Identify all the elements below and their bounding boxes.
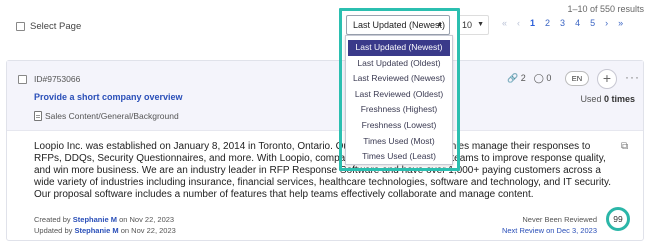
sort-dropdown-menu: Last Updated (Newest) Last Updated (Olde… [345,35,453,165]
link-icon: 🔗 [507,73,519,83]
per-page-value: 10 [462,20,473,30]
comment-count-value: 0 [546,73,552,83]
entry-body: Loopio Inc. was established on January 8… [34,141,611,200]
page-3-button[interactable]: 3 [560,18,565,28]
next-page-button[interactable]: › [605,18,608,28]
created-line: Created by Stephanie M on Nov 22, 2023 [34,214,176,225]
entry-audit: Created by Stephanie M on Nov 22, 2023 U… [34,214,176,236]
document-icon [34,111,42,121]
page-2-button[interactable]: 2 [545,18,550,28]
sort-selected-value: Last Updated (Newest) [353,20,446,30]
caret-up-icon: ▲ [436,21,443,28]
page-5-button[interactable]: 5 [590,18,595,28]
updated-by-user[interactable]: Stephanie M [74,226,118,235]
sort-select[interactable]: Last Updated (Newest) ▲ [346,15,450,35]
sort-option-times-used-most[interactable]: Times Used (Most) [348,134,450,150]
select-page[interactable]: Select Page [16,21,81,32]
copy-icon[interactable]: ⧉ [621,141,628,152]
used-count: Used 0 times [580,94,635,104]
language-badge[interactable]: EN [565,71,589,86]
created-date: on Nov 22, 2023 [119,215,175,224]
entry-path[interactable]: Sales Content/General/Background [34,111,179,121]
sort-option-times-used-least[interactable]: Times Used (Least) [348,149,450,165]
last-page-button[interactable]: » [618,18,623,28]
per-page-select[interactable]: 10 ▼ [457,15,489,35]
review-info: Never Been Reviewed Next Review on Dec 3… [502,214,597,236]
select-page-checkbox[interactable] [16,22,25,31]
sort-option-last-updated-newest[interactable]: Last Updated (Newest) [348,40,450,56]
pagination: « ‹ 1 2 3 4 5 › » [502,18,623,28]
link-count-value: 2 [520,73,526,83]
caret-down-icon: ▼ [477,21,484,28]
first-page-button[interactable]: « [502,18,507,28]
select-page-label: Select Page [30,21,82,32]
link-count[interactable]: 🔗 2 [507,73,526,84]
updated-date: on Nov 22, 2023 [120,226,176,235]
prev-page-button[interactable]: ‹ [517,18,520,28]
updated-prefix: Updated by [34,226,73,235]
used-prefix: Used [580,94,602,104]
sort-option-last-reviewed-oldest[interactable]: Last Reviewed (Oldest) [348,87,450,103]
plus-icon: + [602,70,612,86]
sort-option-last-reviewed-newest[interactable]: Last Reviewed (Newest) [348,71,450,87]
next-review[interactable]: Next Review on Dec 3, 2023 [502,225,597,236]
entry-title[interactable]: Provide a short company overview [34,92,183,102]
freshness-score[interactable]: 99 [606,207,630,231]
library-entry-card: ID#9753066 Provide a short company overv… [6,60,644,241]
sort-option-last-updated-oldest[interactable]: Last Updated (Oldest) [348,56,450,72]
entry-id: ID#9753066 [34,74,81,84]
entry-counts: 🔗 2 ◯ 0 [507,73,551,84]
more-options-icon[interactable]: ··· [625,70,640,84]
add-button[interactable]: + [597,69,617,89]
sort-option-freshness-highest[interactable]: Freshness (Highest) [348,102,450,118]
page-4-button[interactable]: 4 [575,18,580,28]
entry-path-label: Sales Content/General/Background [45,111,179,121]
created-prefix: Created by [34,215,71,224]
used-value: 0 times [603,94,635,104]
comment-count[interactable]: ◯ 0 [534,73,552,84]
entry-checkbox[interactable] [18,75,27,84]
sort-option-freshness-lowest[interactable]: Freshness (Lowest) [348,118,450,134]
page-1-button[interactable]: 1 [530,18,535,28]
results-count: 1–10 of 550 results [567,4,644,14]
review-status: Never Been Reviewed [522,215,597,224]
comment-icon: ◯ [533,73,544,83]
updated-line: Updated by Stephanie M on Nov 22, 2023 [34,225,176,236]
created-by-user[interactable]: Stephanie M [73,215,117,224]
